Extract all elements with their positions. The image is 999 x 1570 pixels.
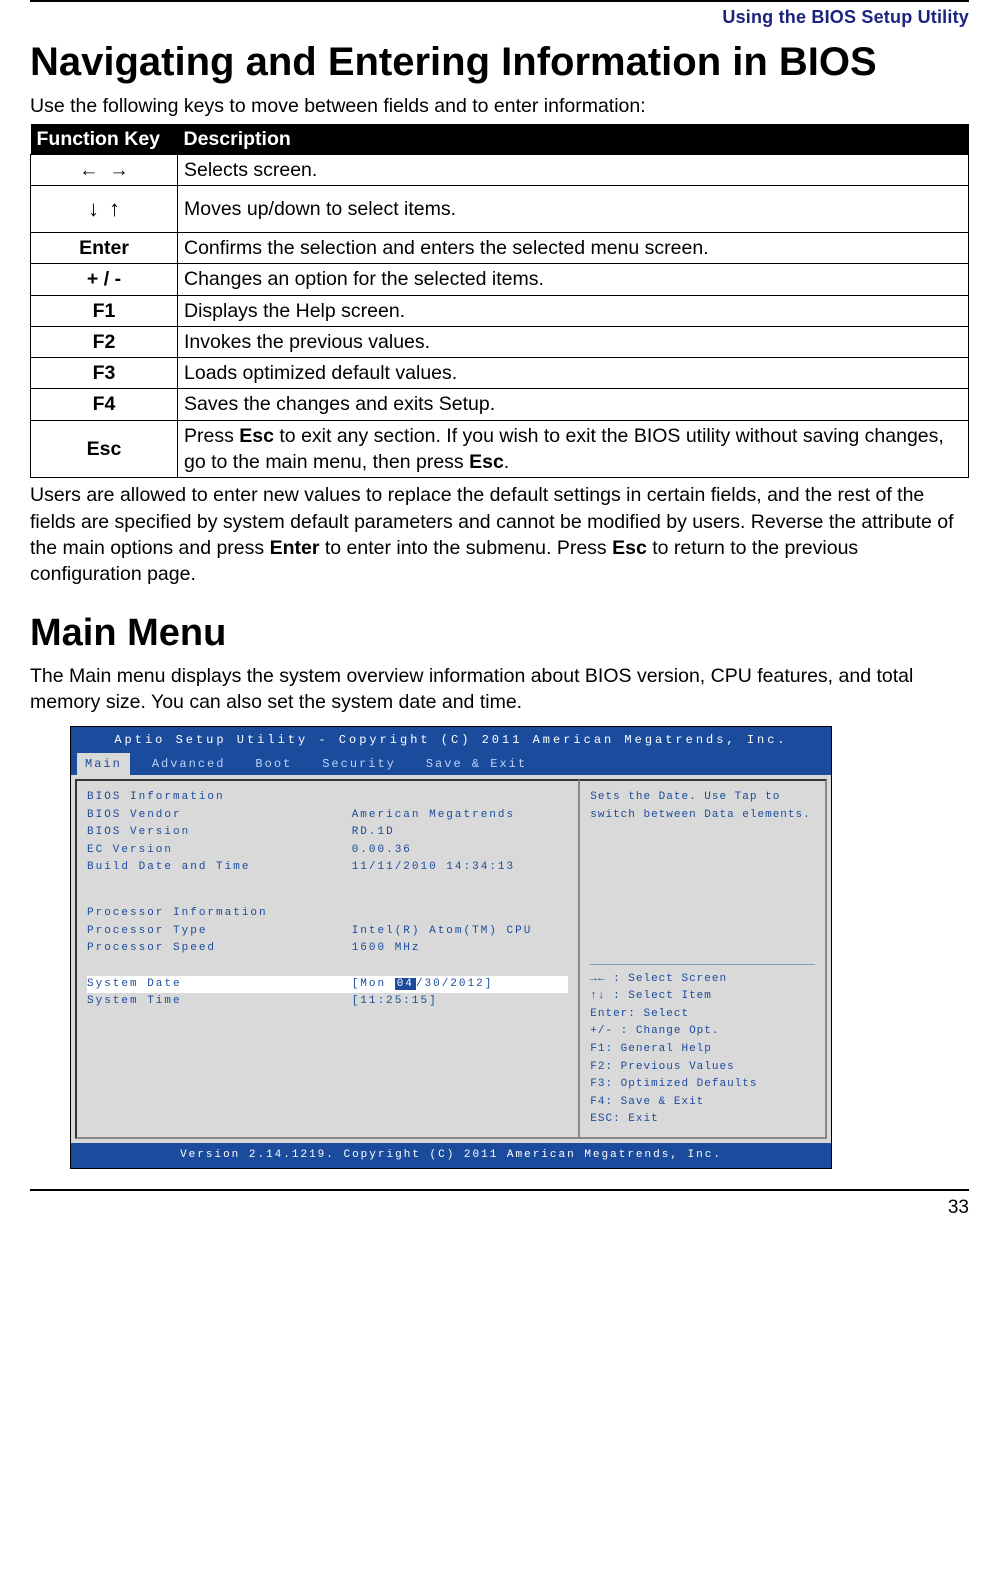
bios-tab-advanced: Advanced — [144, 753, 234, 775]
function-key-table: Function Key Description ← →Selects scre… — [30, 124, 969, 479]
table-row: ↓↑Moves up/down to select items. — [31, 186, 969, 233]
bios-title-bar: Aptio Setup Utility - Copyright (C) 2011… — [71, 727, 831, 753]
footer-rule — [30, 1189, 969, 1191]
key-cell: F1 — [31, 295, 178, 326]
proc-info-title: Processor Information — [87, 905, 568, 923]
key-cell: F4 — [31, 389, 178, 420]
key-cell: Esc — [31, 420, 178, 478]
desc-cell: Changes an option for the selected items… — [178, 264, 969, 295]
bios-info-title: BIOS Information — [87, 789, 568, 807]
bios-footer: Version 2.14.1219. Copyright (C) 2011 Am… — [71, 1143, 831, 1168]
desc-cell: Displays the Help screen. — [178, 295, 969, 326]
table-row: F1Displays the Help screen. — [31, 295, 969, 326]
bios-tabs: Main Advanced Boot Security Save & Exit — [71, 753, 831, 775]
bios-field: Processor Speed1600 MHz — [87, 940, 568, 958]
page-header: Using the BIOS Setup Utility — [30, 0, 969, 37]
key-cell: ← → — [31, 154, 178, 185]
key-cell: F3 — [31, 358, 178, 389]
bios-tab-save-exit: Save & Exit — [418, 753, 535, 775]
down-arrow-icon: ↓ — [88, 194, 99, 224]
system-time-row: System Time[11:25:15] — [87, 993, 568, 1011]
bios-help-text: Sets the Date. Use Tap to switch between… — [590, 789, 815, 824]
bios-field: BIOS VersionRD.1D — [87, 824, 568, 842]
page-number: 33 — [30, 1195, 969, 1231]
bios-legend-line: Enter: Select — [590, 1006, 815, 1024]
desc-cell: Saves the changes and exits Setup. — [178, 389, 969, 420]
key-cell: Enter — [31, 232, 178, 263]
desc-cell: Selects screen. — [178, 154, 969, 185]
section1-body: Users are allowed to enter new values to… — [30, 482, 969, 587]
bios-right-pane: Sets the Date. Use Tap to switch between… — [580, 779, 827, 1139]
table-row: EnterConfirms the selection and enters t… — [31, 232, 969, 263]
table-row: ← →Selects screen. — [31, 154, 969, 185]
bios-field: Processor TypeIntel(R) Atom(TM) CPU — [87, 923, 568, 941]
bios-legend-line: ↑↓ : Select Item — [590, 988, 815, 1006]
key-cell: F2 — [31, 326, 178, 357]
bios-legend-line: F1: General Help — [590, 1041, 815, 1059]
key-cell: ↓↑ — [31, 186, 178, 233]
right-arrow-icon: → — [109, 159, 129, 181]
key-cell: + / - — [31, 264, 178, 295]
bios-screenshot: Aptio Setup Utility - Copyright (C) 2011… — [70, 726, 832, 1169]
desc-cell: Loads optimized default values. — [178, 358, 969, 389]
table-row: EscPress Esc to exit any section. If you… — [31, 420, 969, 478]
table-row: + / -Changes an option for the selected … — [31, 264, 969, 295]
bios-tab-security: Security — [314, 753, 404, 775]
bios-legend-line: ESC: Exit — [590, 1111, 815, 1129]
up-arrow-icon: ↑ — [109, 194, 120, 224]
desc-cell: Invokes the previous values. — [178, 326, 969, 357]
bios-tab-boot: Boot — [247, 753, 300, 775]
bios-legend-line: F2: Previous Values — [590, 1059, 815, 1077]
bios-left-pane: BIOS InformationBIOS VendorAmerican Mega… — [75, 779, 580, 1139]
section-heading-main-menu: Main Menu — [30, 608, 969, 659]
bios-tab-main: Main — [77, 753, 130, 775]
desc-cell: Confirms the selection and enters the se… — [178, 232, 969, 263]
date-month-selected: 04 — [395, 978, 416, 990]
system-date-row: System Date[Mon 04/30/2012] — [87, 976, 568, 994]
bios-field: EC Version0.00.36 — [87, 842, 568, 860]
table-row: F2Invokes the previous values. — [31, 326, 969, 357]
section-heading-navigating: Navigating and Entering Information in B… — [30, 37, 969, 87]
section1-intro: Use the following keys to move between f… — [30, 93, 969, 119]
bios-legend-line: F4: Save & Exit — [590, 1094, 815, 1112]
bios-legend-line: →← : Select Screen — [590, 971, 815, 989]
table-header-desc: Description — [178, 124, 969, 155]
bios-field: Build Date and Time11/11/2010 14:34:13 — [87, 859, 568, 877]
bios-field: BIOS VendorAmerican Megatrends — [87, 807, 568, 825]
table-header-key: Function Key — [31, 124, 178, 155]
table-row: F3Loads optimized default values. — [31, 358, 969, 389]
bios-key-legend: →← : Select Screen↑↓ : Select ItemEnter:… — [590, 964, 815, 1129]
bios-legend-line: +/- : Change Opt. — [590, 1023, 815, 1041]
table-row: F4Saves the changes and exits Setup. — [31, 389, 969, 420]
section2-intro: The Main menu displays the system overvi… — [30, 663, 969, 716]
left-arrow-icon: ← — [79, 159, 99, 181]
desc-cell: Moves up/down to select items. — [178, 186, 969, 233]
desc-cell: Press Esc to exit any section. If you wi… — [178, 420, 969, 478]
bios-legend-line: F3: Optimized Defaults — [590, 1076, 815, 1094]
